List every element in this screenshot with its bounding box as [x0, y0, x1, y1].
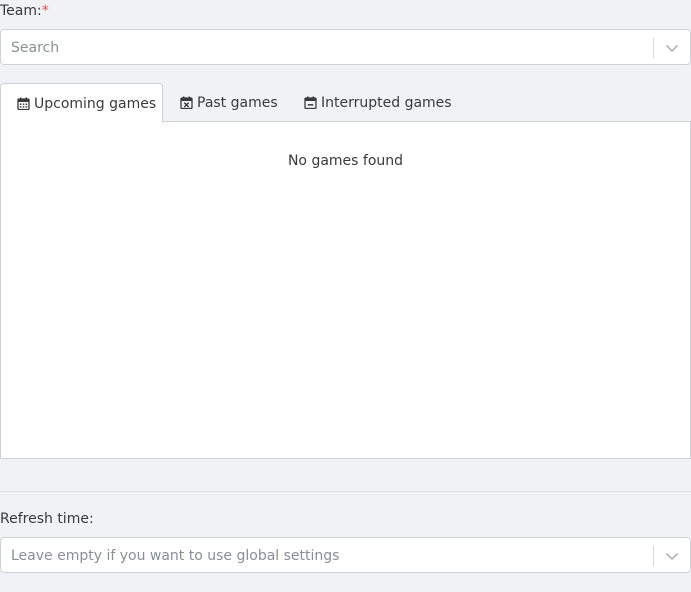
chevron-down-icon[interactable]: [664, 548, 680, 564]
calendar-icon: [17, 97, 30, 110]
tab-upcoming-games-label: Upcoming games: [34, 95, 157, 112]
required-marker: *: [41, 3, 49, 19]
tab-interrupted-games-label: Interrupted games: [321, 94, 452, 111]
refresh-time-label: Refresh time:: [0, 511, 94, 527]
tab-upcoming-games[interactable]: Upcoming games: [0, 83, 163, 123]
team-select-placeholder: Search: [11, 40, 60, 56]
calendar-minus-icon: [304, 96, 317, 109]
tab-past-games-label: Past games: [197, 94, 278, 111]
section-divider: [0, 491, 691, 492]
tab-interrupted-games[interactable]: Interrupted games: [288, 83, 468, 122]
empty-message: No games found: [287, 153, 404, 169]
select-separator: [653, 546, 654, 566]
team-select[interactable]: Search: [0, 29, 691, 65]
games-tabs: Upcoming games Past games Interrupted ga…: [0, 83, 691, 123]
games-tab-panel: No games found: [0, 121, 691, 459]
refresh-time-placeholder: Leave empty if you want to use global se…: [11, 548, 340, 564]
tab-past-games[interactable]: Past games: [164, 83, 294, 122]
select-separator: [653, 38, 654, 58]
calendar-x-icon: [180, 96, 193, 109]
page: Team:* Search Upcoming games Past games …: [0, 0, 691, 592]
chevron-down-icon[interactable]: [664, 40, 680, 56]
team-label: Team:*: [0, 2, 49, 20]
team-label-text: Team:: [0, 3, 42, 19]
refresh-time-select[interactable]: Leave empty if you want to use global se…: [0, 537, 691, 573]
